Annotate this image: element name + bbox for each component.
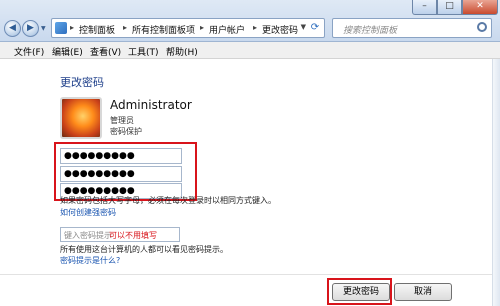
address-dropdown-icon[interactable]: ▼ [301,23,306,31]
breadcrumb-separator[interactable]: ▸ [70,23,74,32]
password-hint-input[interactable]: 键入密码提示 可以不用填写 [60,227,180,242]
menu-view[interactable]: 查看(V) [90,45,121,58]
current-password-field[interactable]: ●●●●●●●●● [60,148,182,164]
divider [0,274,500,275]
page-title: 更改密码 [60,76,104,89]
back-arrow-icon[interactable]: ◀ [4,20,21,37]
new-password-field[interactable]: ●●●●●●●●● [60,166,182,182]
breadcrumb-user-accounts[interactable]: 用户帐户 [209,23,245,36]
refresh-icon[interactable]: ⟳ [308,20,322,36]
breadcrumb-separator[interactable]: ▸ [123,23,127,32]
menu-edit[interactable]: 编辑(E) [52,45,83,58]
user-name: Administrator [110,98,192,112]
user-avatar-icon [60,97,102,139]
search-placeholder: 搜索控制面板 [343,26,398,36]
control-panel-icon [55,22,67,34]
hint-example-link[interactable]: 密码提示是什么? [60,255,120,266]
window-right-border [492,59,500,306]
user-role: 管理员 [110,116,134,125]
menu-help[interactable]: 帮助(H) [166,45,198,58]
window-chrome: – □ ✕ ◀ ▶ ▼ ▸ 控制面板 ▸ 所有控制面板项 ▸ 用户帐户 ▸ 更改… [0,0,500,42]
hint-annotation: 可以不用填写 [109,231,157,240]
password-status: 密码保护 [110,127,142,136]
change-password-button[interactable]: 更改密码 [332,283,390,301]
breadcrumb-change-password[interactable]: 更改密码 [262,23,298,36]
search-input[interactable]: 搜索控制面板 [332,18,492,38]
address-bar[interactable]: ▸ 控制面板 ▸ 所有控制面板项 ▸ 用户帐户 ▸ 更改密码 ▼ ⟳ [51,18,325,38]
minimize-button[interactable]: – [412,0,437,15]
menu-file[interactable]: 文件(F) [14,45,44,58]
caps-warning-text: 如果密码包括大写字母，必须在每次登录时以相同方式键入。 [60,196,276,205]
hint-description: 所有使用这台计算机的人都可以看见密码提示。 [60,245,228,254]
menu-tools[interactable]: 工具(T) [128,45,159,58]
main-content: 更改密码 Administrator 管理员 密码保护 ●●●●●●●●● ●●… [0,59,500,306]
search-icon[interactable] [477,22,487,32]
forward-arrow-icon[interactable]: ▶ [22,20,39,37]
breadcrumb-control-panel[interactable]: 控制面板 [79,23,115,36]
breadcrumb-all-items[interactable]: 所有控制面板项 [132,23,195,36]
cancel-button[interactable]: 取消 [394,283,452,301]
close-button[interactable]: ✕ [462,0,498,15]
breadcrumb-separator[interactable]: ▸ [253,23,257,32]
menu-bar: 文件(F) 编辑(E) 查看(V) 工具(T) 帮助(H) [0,42,500,59]
strong-password-link[interactable]: 如何创建强密码 [60,207,116,218]
maximize-button[interactable]: □ [437,0,462,15]
recent-pages-dropdown[interactable]: ▼ [41,25,48,32]
hint-placeholder: 键入密码提示 [64,231,112,240]
breadcrumb-separator[interactable]: ▸ [200,23,204,32]
